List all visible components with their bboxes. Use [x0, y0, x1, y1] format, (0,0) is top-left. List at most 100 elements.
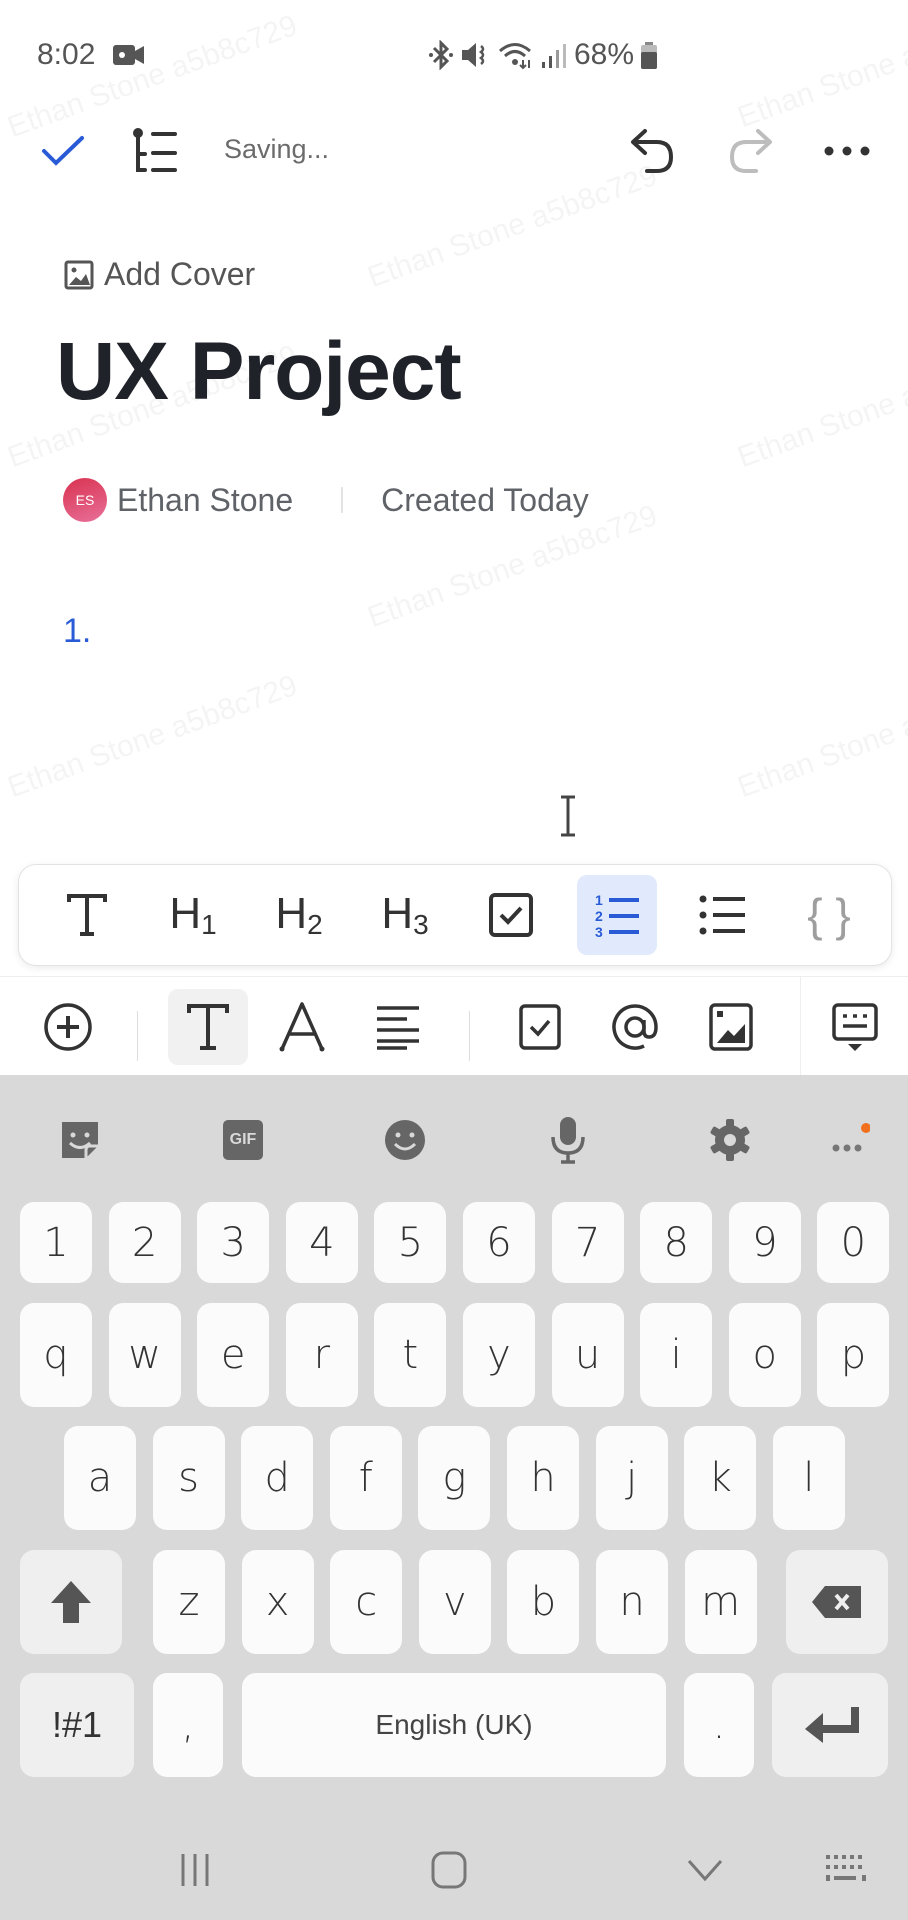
key-m[interactable]: m: [684, 1550, 757, 1654]
block-numbered-list-button[interactable]: 123: [577, 875, 657, 955]
backspace-key[interactable]: [786, 1550, 888, 1654]
done-button[interactable]: [38, 126, 88, 176]
key-f[interactable]: f: [329, 1426, 402, 1530]
keyboard-switch-button[interactable]: [816, 1850, 876, 1890]
key-j[interactable]: j: [595, 1426, 668, 1530]
key-5[interactable]: 5: [374, 1202, 447, 1283]
back-button[interactable]: [675, 1850, 735, 1890]
block-code-button[interactable]: { }: [789, 875, 869, 955]
space-key[interactable]: English (UK): [242, 1673, 666, 1777]
task-button[interactable]: [500, 989, 580, 1065]
avatar[interactable]: ES: [63, 478, 107, 522]
text-style-icon: [187, 1004, 229, 1050]
block-checkbox-button[interactable]: [471, 875, 551, 955]
keyboard-more-button[interactable]: [818, 1110, 878, 1170]
font-button[interactable]: [262, 989, 342, 1065]
key-7[interactable]: 7: [551, 1202, 624, 1283]
undo-button[interactable]: [625, 122, 681, 180]
checkbox-icon: [489, 893, 533, 937]
list-item-marker[interactable]: 1.: [63, 612, 91, 651]
keyboard-settings-button[interactable]: [700, 1110, 760, 1170]
key-l[interactable]: l: [772, 1426, 845, 1530]
format-toolbar: [0, 976, 908, 1075]
key-v[interactable]: v: [418, 1550, 491, 1654]
key-1[interactable]: 1: [20, 1202, 92, 1283]
text-icon: [67, 894, 107, 936]
text-style-button[interactable]: [168, 989, 248, 1065]
heading-3-icon: H3: [381, 889, 429, 940]
key-w[interactable]: w: [108, 1303, 181, 1407]
align-button[interactable]: [358, 989, 438, 1065]
key-a[interactable]: a: [64, 1426, 136, 1530]
key-e[interactable]: e: [197, 1303, 270, 1407]
home-button[interactable]: [419, 1850, 479, 1890]
image-icon: [64, 260, 94, 289]
mention-button[interactable]: [595, 989, 675, 1065]
symbols-key[interactable]: !#1: [20, 1673, 134, 1777]
key-o[interactable]: o: [728, 1303, 801, 1407]
voice-input-button[interactable]: [538, 1110, 598, 1170]
key-8[interactable]: 8: [640, 1202, 713, 1283]
block-text-button[interactable]: [47, 875, 127, 955]
block-heading-3-button[interactable]: H3: [365, 875, 445, 955]
keyboard-hide-icon: [832, 1003, 878, 1051]
more-button[interactable]: [818, 122, 876, 180]
key-z[interactable]: z: [153, 1550, 225, 1654]
key-c[interactable]: c: [330, 1550, 403, 1654]
key-t[interactable]: t: [374, 1303, 447, 1407]
block-bulleted-list-button[interactable]: [683, 875, 763, 955]
svg-text:2: 2: [595, 908, 603, 924]
key-r[interactable]: r: [285, 1303, 358, 1407]
home-icon: [431, 1851, 467, 1889]
emoji-button[interactable]: [375, 1110, 435, 1170]
key-4[interactable]: 4: [285, 1202, 358, 1283]
image-button[interactable]: [691, 989, 771, 1065]
gif-button[interactable]: GIF: [213, 1110, 273, 1170]
key-x[interactable]: x: [241, 1550, 314, 1654]
page-title[interactable]: UX Project: [56, 325, 462, 419]
key-2[interactable]: 2: [108, 1202, 181, 1283]
backspace-icon: [812, 1586, 861, 1618]
svg-text:3: 3: [595, 924, 603, 939]
key-0[interactable]: 0: [817, 1202, 890, 1283]
code-block-icon: { }: [807, 889, 851, 941]
redo-button[interactable]: [722, 122, 778, 180]
add-cover-button[interactable]: Add Cover: [64, 256, 255, 293]
key-d[interactable]: d: [241, 1426, 314, 1530]
keyboard-toggle-button[interactable]: [815, 989, 895, 1065]
recents-button[interactable]: [165, 1850, 225, 1890]
key-b[interactable]: b: [507, 1550, 580, 1654]
signal-icon: [542, 44, 566, 68]
battery-percent: 68%: [574, 38, 635, 71]
enter-key[interactable]: [772, 1673, 888, 1777]
keyboard: GIF 1234567890 qwertyuiop asdfghjkl zxcvbnm…: [0, 1075, 908, 1920]
check-icon: [42, 136, 84, 166]
key-q[interactable]: q: [20, 1303, 92, 1407]
period-key[interactable]: .: [684, 1673, 754, 1777]
key-3[interactable]: 3: [197, 1202, 270, 1283]
key-g[interactable]: g: [418, 1426, 491, 1530]
block-heading-1-button[interactable]: H1: [153, 875, 233, 955]
shift-key[interactable]: [20, 1550, 122, 1654]
chevron-down-icon: [687, 1860, 723, 1882]
status-bar: 8:02 68%: [0, 0, 908, 110]
insert-button[interactable]: [28, 989, 108, 1065]
outline-button[interactable]: [126, 122, 182, 180]
key-s[interactable]: s: [152, 1426, 225, 1530]
save-status: Saving...: [224, 134, 330, 164]
author-name[interactable]: Ethan Stone: [117, 482, 293, 519]
sticker-button[interactable]: [50, 1110, 110, 1170]
key-9[interactable]: 9: [728, 1202, 801, 1283]
key-n[interactable]: n: [596, 1550, 668, 1654]
block-heading-2-button[interactable]: H2: [259, 875, 339, 955]
key-y[interactable]: y: [463, 1303, 535, 1407]
bulleted-list-icon: [699, 895, 745, 935]
key-i[interactable]: i: [640, 1303, 713, 1407]
comma-key[interactable]: ,: [153, 1673, 223, 1777]
key-p[interactable]: p: [817, 1303, 890, 1407]
key-h[interactable]: h: [507, 1426, 579, 1530]
key-u[interactable]: u: [551, 1303, 624, 1407]
system-icons: 68%: [428, 38, 658, 72]
key-6[interactable]: 6: [463, 1202, 535, 1283]
key-k[interactable]: k: [684, 1426, 757, 1530]
